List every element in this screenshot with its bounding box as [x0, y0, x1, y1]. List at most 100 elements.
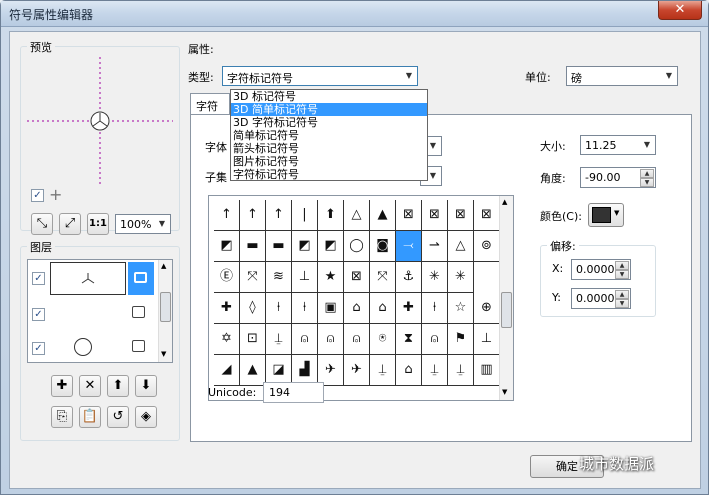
zoom-in-icon[interactable]: ⤡	[31, 213, 53, 235]
glyph-cell[interactable]: ◩	[214, 231, 240, 262]
glyph-cell[interactable]: ◯	[344, 231, 370, 262]
glyph-cell[interactable]: ✈	[344, 355, 370, 386]
glyph-cell[interactable]: ⊠	[396, 200, 422, 231]
lock-icon[interactable]	[128, 262, 154, 295]
tab-character[interactable]: 字符	[190, 93, 230, 115]
crosshair-icon[interactable]: +	[49, 185, 62, 204]
glyph-cell[interactable]: ☆	[448, 293, 474, 324]
color-picker[interactable]: ▼	[588, 203, 624, 227]
glyph-cell[interactable]: ≋	[266, 262, 292, 293]
move-down-icon[interactable]: ⬇	[135, 375, 157, 397]
glyph-cell[interactable]: ⚓	[396, 262, 422, 293]
glyph-cell[interactable]: ⍟	[370, 324, 396, 355]
spin-up-icon[interactable]: ▲	[615, 290, 629, 299]
dropdown-item-selected[interactable]: 3D 简单标记符号	[231, 103, 427, 116]
glyph-cell[interactable]: ↑	[266, 200, 292, 231]
zoom-select[interactable]: 100% ▼	[115, 214, 171, 234]
glyph-cell[interactable]: ⌂	[396, 355, 422, 386]
glyph-cell[interactable]: ◙	[370, 231, 396, 262]
glyph-cell[interactable]: ▬	[240, 231, 266, 262]
glyph-cell[interactable]: ⊚	[474, 231, 500, 262]
spin-up-icon[interactable]: ▲	[615, 261, 629, 270]
glyph-cell[interactable]: ⧗	[396, 324, 422, 355]
glyph-cell[interactable]: ▲	[370, 200, 396, 231]
dropdown-item[interactable]: 字符标记符号	[231, 168, 427, 181]
title-bar[interactable]: 符号属性编辑器 ✕	[1, 1, 708, 27]
glyph-cell[interactable]: ✳	[448, 262, 474, 293]
glyph-cell[interactable]: ⬆	[318, 200, 344, 231]
layer-visible-checkbox[interactable]: ✓	[32, 272, 45, 285]
dropdown-item[interactable]: 箭头标记符号	[231, 142, 427, 155]
glyph-cell[interactable]: ⚑	[448, 324, 474, 355]
glyph-cell[interactable]: ⌂	[344, 293, 370, 324]
close-button[interactable]: ✕	[658, 1, 702, 20]
actual-size-icon[interactable]: 1:1	[87, 213, 109, 235]
spin-down-icon[interactable]: ▼	[615, 270, 629, 279]
glyph-cell[interactable]: ◩	[292, 231, 318, 262]
glyph-cell[interactable]: ⍊	[370, 355, 396, 386]
unicode-field[interactable]: 194	[263, 382, 324, 403]
glyph-cell[interactable]: ⊥	[474, 324, 500, 355]
unit-select[interactable]: 磅 ▼	[566, 66, 678, 86]
glyph-cell[interactable]: ⍿	[266, 293, 292, 324]
type-select[interactable]: 字符标记符号 ▼	[222, 66, 418, 86]
glyph-cell[interactable]: ↑	[214, 200, 240, 231]
dropdown-item[interactable]: 3D 标记符号	[231, 90, 427, 103]
glyph-scrollbar[interactable]: ▲ ▼	[499, 196, 513, 400]
glyph-cell[interactable]: ▥	[474, 355, 500, 386]
tag-icon[interactable]: ◈	[135, 406, 157, 428]
spin-up-icon[interactable]: ▲	[640, 169, 654, 178]
glyph-cell[interactable]: ⍊	[422, 355, 448, 386]
glyph-cell[interactable]: ⊠	[422, 200, 448, 231]
glyph-cell[interactable]: ⍝	[292, 324, 318, 355]
glyph-cell[interactable]: Ⓔ	[214, 262, 240, 293]
glyph-cell[interactable]: ⊠	[474, 200, 500, 231]
glyph-cell[interactable]: ⍊	[266, 324, 292, 355]
preview-grid-checkbox[interactable]: ✓	[31, 189, 44, 202]
layer-row[interactable]: ✓	[28, 332, 158, 362]
glyph-grid[interactable]: ↑ ↑ ↑ | ⬆ △ ▲ ⊠ ⊠ ⊠ ⊠ ◩ ▬ ▬ ◩ ◩ ◯ ◙ ⤙ ⇀ △ ⊚ Ⓔ ⤧ ≋ ⊥ ★ ⊠ ⤧ ⚓ ✳ ✳ ✚ ◊ ⍿ ⍿ ▣ ⌂ ⌂ ✚…	[208, 195, 514, 401]
move-up-icon[interactable]: ⬆	[107, 375, 129, 397]
lock-icon[interactable]	[132, 306, 145, 318]
glyph-cell[interactable]: △	[344, 200, 370, 231]
glyph-cell[interactable]: ⤧	[370, 262, 396, 293]
copy-icon[interactable]: ⎘	[51, 406, 73, 428]
spin-down-icon[interactable]: ▼	[615, 299, 629, 308]
layer-visible-checkbox[interactable]: ✓	[32, 308, 45, 321]
glyph-cell[interactable]: ★	[318, 262, 344, 293]
add-layer-icon[interactable]: ✚	[51, 375, 73, 397]
glyph-cell[interactable]: ⊡	[240, 324, 266, 355]
dropdown-item[interactable]: 3D 字符标记符号	[231, 116, 427, 129]
delete-layer-icon[interactable]: ✕	[79, 375, 101, 397]
layer-row[interactable]: ✓	[28, 262, 158, 296]
glyph-cell[interactable]: ⊠	[448, 200, 474, 231]
angle-input[interactable]: -90.00 ▲ ▼	[580, 167, 656, 188]
glyph-cell[interactable]: ⍝	[344, 324, 370, 355]
glyph-cell[interactable]: ▬	[266, 231, 292, 262]
spin-down-icon[interactable]: ▼	[640, 178, 654, 187]
glyph-cell[interactable]: ◢	[214, 355, 240, 386]
glyph-cell[interactable]: ⤙	[396, 231, 422, 262]
glyph-cell[interactable]: ◩	[318, 231, 344, 262]
glyph-cell[interactable]: ⊠	[344, 262, 370, 293]
glyph-cell[interactable]: ⍊	[448, 355, 474, 386]
glyph-cell[interactable]: ⍿	[292, 293, 318, 324]
reset-icon[interactable]: ↺	[107, 406, 129, 428]
glyph-cell[interactable]: ↑	[240, 200, 266, 231]
size-select[interactable]: 11.25 ▼	[580, 135, 656, 155]
layer-visible-checkbox[interactable]: ✓	[32, 342, 45, 355]
glyph-cell[interactable]: ⍝	[422, 324, 448, 355]
glyph-cell[interactable]: ✡	[214, 324, 240, 355]
zoom-out-icon[interactable]: ⤢	[59, 213, 81, 235]
dropdown-item[interactable]: 图片标记符号	[231, 155, 427, 168]
lock-icon[interactable]	[132, 340, 145, 352]
dropdown-item[interactable]: 简单标记符号	[231, 129, 427, 142]
glyph-cell[interactable]: ⤧	[240, 262, 266, 293]
layer-list[interactable]: ✓ ✓ ✓ ▲ ▼	[27, 259, 173, 363]
glyph-cell[interactable]: ⍝	[318, 324, 344, 355]
glyph-cell[interactable]: ⊕	[474, 293, 500, 324]
paste-icon[interactable]: 📋	[79, 406, 101, 428]
glyph-cell[interactable]: ⌂	[370, 293, 396, 324]
layer-row[interactable]: ✓	[28, 298, 158, 330]
glyph-cell[interactable]: ✚	[396, 293, 422, 324]
